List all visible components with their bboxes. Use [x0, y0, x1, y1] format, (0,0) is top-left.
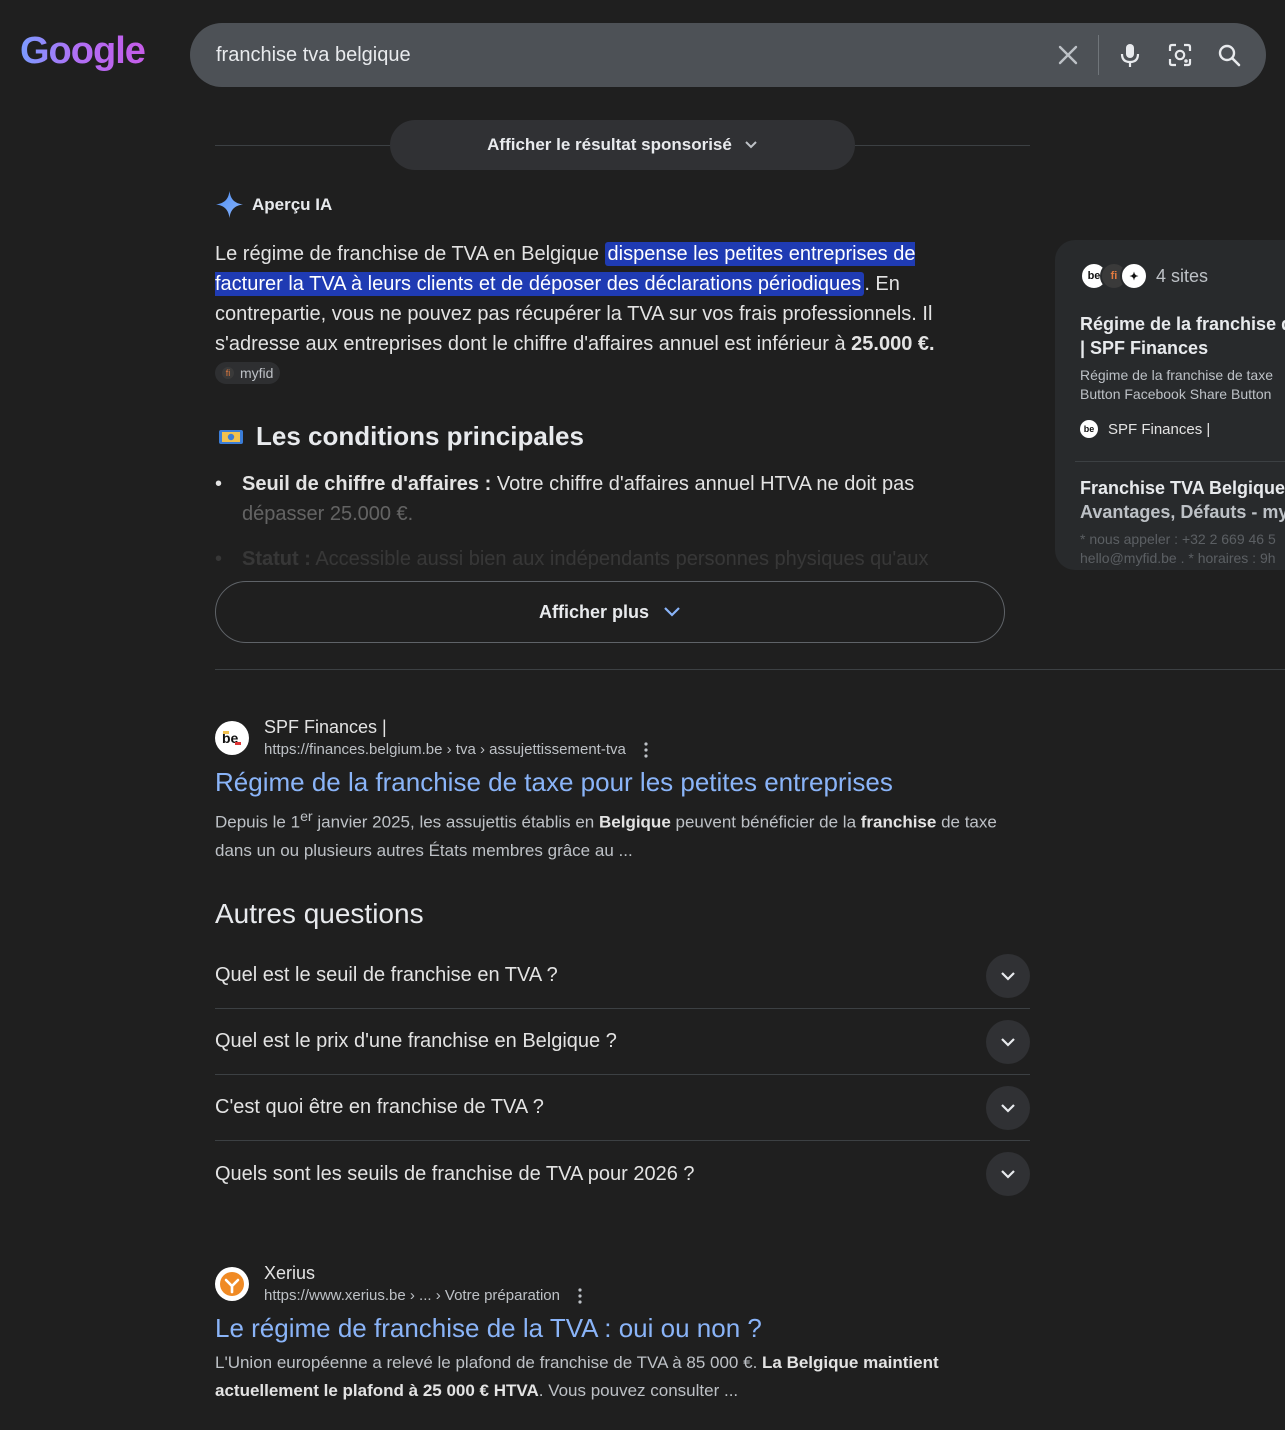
snippet-line: * nous appeler : +32 2 669 46 5 [1080, 531, 1276, 547]
clear-icon[interactable] [1052, 39, 1084, 71]
result-url[interactable]: https://www.xerius.be › ... › Votre prép… [264, 1287, 582, 1304]
snippet-text: peuvent bénéficier de la [670, 812, 861, 832]
ai-overview-summary: Le régime de franchise de TVA en Belgiqu… [215, 239, 950, 389]
result-url-text: https://www.xerius.be › ... › Votre prép… [264, 1287, 560, 1304]
condition-bullet: • Statut : Accessible aussi bien aux ind… [215, 544, 950, 572]
result-site-name[interactable]: SPF Finances | [264, 717, 387, 738]
condition-bullet: • Seuil de chiffre d'affaires : Votre ch… [215, 469, 950, 529]
result-title-link[interactable]: Régime de la franchise de taxe pour les … [215, 767, 893, 798]
snippet-line: hello@myfid.be . * horaires : 9h [1080, 550, 1276, 566]
bullet-dot: • [215, 548, 223, 570]
result-title-link[interactable]: Le régime de franchise de la TVA : oui o… [215, 1313, 762, 1344]
conditions-title: Les conditions principales [256, 421, 584, 451]
bullet-text-faded: dépasser 25.000 €. [242, 503, 414, 525]
chevron-down-icon[interactable] [986, 953, 1030, 998]
show-sponsored-button[interactable]: Afficher le résultat sponsorisé [390, 120, 855, 170]
paa-question[interactable]: Quel est le seuil de franchise en TVA ? [215, 943, 1030, 1009]
bullet-label: Seuil de chiffre d'affaires : [242, 473, 492, 495]
source-card-snippet: * nous appeler : +32 2 669 46 5 hello@myf… [1080, 530, 1276, 568]
summary-text: Le régime de franchise de TVA en Belgiqu… [215, 243, 605, 265]
ai-overview-header: Aperçu IA [215, 190, 332, 219]
paa-question-text: C'est quoi être en franchise de TVA ? [215, 1096, 544, 1118]
bullet-label: Statut : [242, 548, 311, 570]
source-card-title-line: Avantages, Défauts - myf [1080, 502, 1285, 522]
summary-bold: 25.000 [851, 333, 913, 355]
snippet-sup: er [300, 809, 313, 825]
bullet-text: Votre chiffre d'affaires annuel HTVA ne … [491, 473, 915, 495]
source-chip[interactable]: fi myfid [215, 361, 281, 384]
site-favicon: ✦ [1120, 262, 1148, 290]
snippet-text: Depuis le 1 [215, 812, 301, 832]
show-more-button[interactable]: Afficher plus [215, 581, 1005, 643]
source-card-title-line: Franchise TVA Belgique : [1080, 478, 1285, 498]
source-card-title-line: | SPF Finances [1080, 338, 1209, 358]
search-icon[interactable] [1213, 39, 1245, 71]
paa-question-text: Quel est le seuil de franchise en TVA ? [215, 964, 558, 986]
search-divider [1098, 35, 1099, 75]
source-card-title-line: Régime de la franchise de [1080, 314, 1285, 334]
more-options-icon[interactable] [644, 741, 648, 758]
divider [1075, 461, 1285, 462]
source-chip-label: myfid [240, 364, 274, 381]
be-favicon: be [1080, 420, 1098, 438]
result-snippet: Depuis le 1er janvier 2025, les assujett… [215, 803, 1035, 865]
source-card-snippet: Régime de la franchise de taxe Button Fac… [1080, 366, 1273, 404]
sources-panel: be fi ✦ 4 sites Régime de la franchise d… [1055, 240, 1285, 570]
paa-title: Autres questions [215, 898, 424, 929]
snippet-text: janvier 2025, les assujettis établis en [312, 812, 599, 832]
search-bar [190, 23, 1266, 87]
result-snippet: L'Union européenne a relevé le plafond d… [215, 1349, 995, 1405]
xerius-favicon[interactable] [215, 1267, 249, 1301]
snippet-bold: Belgique [598, 812, 671, 832]
paa-question[interactable]: Quel est le prix d'une franchise en Belg… [215, 1009, 1030, 1075]
conditions-heading: Les conditions principales [218, 421, 584, 452]
be-favicon[interactable]: be [215, 721, 249, 755]
source-card-title[interactable]: Régime de la franchise de | SPF Finances [1080, 312, 1285, 360]
divider [215, 669, 1285, 670]
snippet-bold: franchise [860, 812, 937, 832]
result-url[interactable]: https://finances.belgium.be › tva › assu… [264, 741, 648, 758]
chevron-down-icon [745, 141, 757, 149]
chevron-down-icon[interactable] [986, 1085, 1030, 1130]
snippet-text: . Vous pouvez consulter ... [538, 1381, 739, 1400]
search-input[interactable] [216, 23, 1016, 87]
myfid-favicon: fi [222, 366, 234, 379]
ai-overview-title: Aperçu IA [252, 194, 333, 214]
chevron-down-icon [664, 607, 680, 617]
snippet-line: Button Facebook Share Button [1080, 386, 1272, 402]
sites-count[interactable]: be fi ✦ 4 sites [1080, 262, 1208, 290]
result-site-name[interactable]: Xerius [264, 1263, 315, 1284]
snippet-line: Régime de la franchise de taxe [1080, 367, 1273, 383]
source-card-title[interactable]: Franchise TVA Belgique : Avantages, Défau… [1080, 476, 1285, 524]
paa-question-text: Quel est le prix d'une franchise en Belg… [215, 1030, 617, 1052]
source-card-site[interactable]: be SPF Finances | [1080, 420, 1210, 438]
paa-question-text: Quels sont les seuils de franchise de TV… [215, 1162, 695, 1185]
show-more-label: Afficher plus [538, 601, 649, 622]
lens-camera-icon[interactable] [1164, 39, 1196, 71]
show-sponsored-label: Afficher le résultat sponsorisé [487, 135, 732, 154]
source-site-name: SPF Finances | [1108, 420, 1211, 438]
bullet-dot: • [215, 473, 223, 495]
money-icon [219, 429, 243, 444]
snippet-text: L'Union européenne a relevé le plafond d… [215, 1353, 763, 1372]
more-options-icon[interactable] [578, 1287, 582, 1304]
sites-label: 4 sites [1156, 265, 1209, 286]
result-url-text: https://finances.belgium.be › tva › assu… [264, 741, 626, 758]
summary-end: €. [912, 333, 935, 355]
microphone-icon[interactable] [1114, 39, 1146, 71]
gemini-sparkle-icon [216, 191, 243, 218]
google-logo[interactable]: Google [20, 30, 146, 73]
bullet-text: Accessible aussi bien aux indépendants p… [310, 548, 929, 570]
paa-question[interactable]: C'est quoi être en franchise de TVA ? [215, 1075, 1030, 1141]
paa-question[interactable]: Quels sont les seuils de franchise de TV… [215, 1141, 1030, 1207]
chevron-down-icon[interactable] [986, 1152, 1030, 1196]
chevron-down-icon[interactable] [986, 1019, 1030, 1064]
